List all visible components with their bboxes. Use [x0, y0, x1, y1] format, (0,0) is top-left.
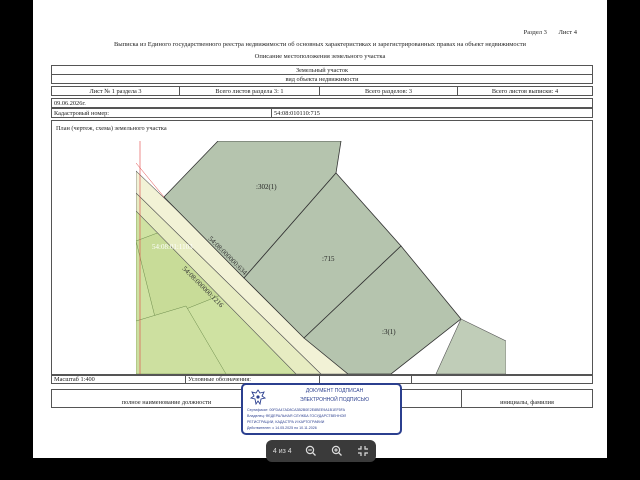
- object-type: Земельный участок: [295, 66, 349, 74]
- scale: Масштаб 1:400: [52, 376, 186, 383]
- page-indicator: 4 из 4: [272, 447, 292, 455]
- name-label: инициалы, фамилия: [500, 399, 554, 406]
- sheet-number: Лист № 1 раздела 3: [52, 87, 180, 95]
- zoom-out-button[interactable]: [305, 445, 317, 457]
- cadastral-label: Кадастровый номер:: [52, 109, 272, 117]
- object-kind-label: вид объекта недвижимости: [285, 75, 359, 83]
- document-title: Выписка из Единого государственного реес…: [113, 41, 527, 48]
- label-3: :3(1): [382, 328, 396, 336]
- cadastral-number: 54:08:010110:715: [274, 109, 320, 117]
- total-sheets-extract: Всего листов выписки: 4: [491, 87, 559, 95]
- legend-label: Условные обозначения:: [186, 376, 320, 383]
- exit-fullscreen-icon: [358, 446, 369, 456]
- stamp-line2: ЭЛЕКТРОННОЙ ПОДПИСЬЮ: [299, 397, 370, 403]
- stamp-cert: Сертификат: 00FDA47AD8CA3B2B0E2E8BEE9A1B…: [247, 408, 346, 412]
- zoom-in-icon: [332, 445, 343, 456]
- plan-title: План (чертеж, схема) земельного участка: [56, 125, 167, 132]
- zoom-out-icon: [306, 445, 317, 456]
- signature-stamp: ДОКУМЕНТ ПОДПИСАН ЭЛЕКТРОННОЙ ПОДПИСЬЮ С…: [241, 383, 402, 435]
- section-label: Раздел 3: [523, 29, 547, 36]
- legend-blank-2: [412, 376, 592, 383]
- viewer-toolbar: 4 из 4: [266, 440, 376, 462]
- stamp-owner2: РЕГИСТРАЦИИ, КАДАСТРА И КАРТОГРАФИИ: [247, 420, 325, 424]
- label-1103: 54:08:01:1103: [152, 243, 193, 251]
- date-row: 09.06.2026г.: [51, 98, 593, 108]
- sheet-label: Лист 4: [558, 29, 578, 36]
- document-subtitle: Описание местоположения земельного участ…: [254, 53, 386, 60]
- total-sections: Всего разделов: 3: [320, 87, 458, 95]
- stamp-owner1: Владелец: ФЕДЕРАЛЬНАЯ СЛУЖБА ГОСУДАРСТВЕ…: [247, 414, 346, 418]
- parcel-map: :302(1) :715 :3(1) 54:08:000000:634 54:0…: [136, 141, 506, 374]
- zoom-in-button[interactable]: [331, 445, 343, 457]
- exit-fullscreen-button[interactable]: [357, 445, 369, 457]
- label-302: :302(1): [256, 183, 277, 191]
- sheet-info-row: Лист № 1 раздела 3 Всего листов раздела …: [51, 86, 593, 96]
- cadastral-row: Кадастровый номер: 54:08:010110:715: [51, 108, 593, 118]
- stamp-line1: ДОКУМЕНТ ПОДПИСАН: [305, 388, 364, 394]
- legend-blank: [320, 376, 412, 383]
- eagle-emblem-icon: [249, 389, 267, 406]
- document-page: Раздел 3 Лист 4 Выписка из Единого госуд…: [33, 0, 607, 458]
- plan-frame: План (чертеж, схема) земельного участка: [51, 120, 593, 375]
- header-section-sheet: Раздел 3 Лист 4: [524, 29, 577, 36]
- extract-date: 09.06.2026г.: [54, 99, 86, 107]
- total-sheets-section: Всего листов раздела 3: 1: [180, 87, 320, 95]
- object-kind-row: вид объекта недвижимости: [51, 74, 593, 84]
- stamp-valid: Действителен: с 14.05.2025 по 10.11.2026: [247, 426, 317, 430]
- label-715: :715: [322, 255, 335, 263]
